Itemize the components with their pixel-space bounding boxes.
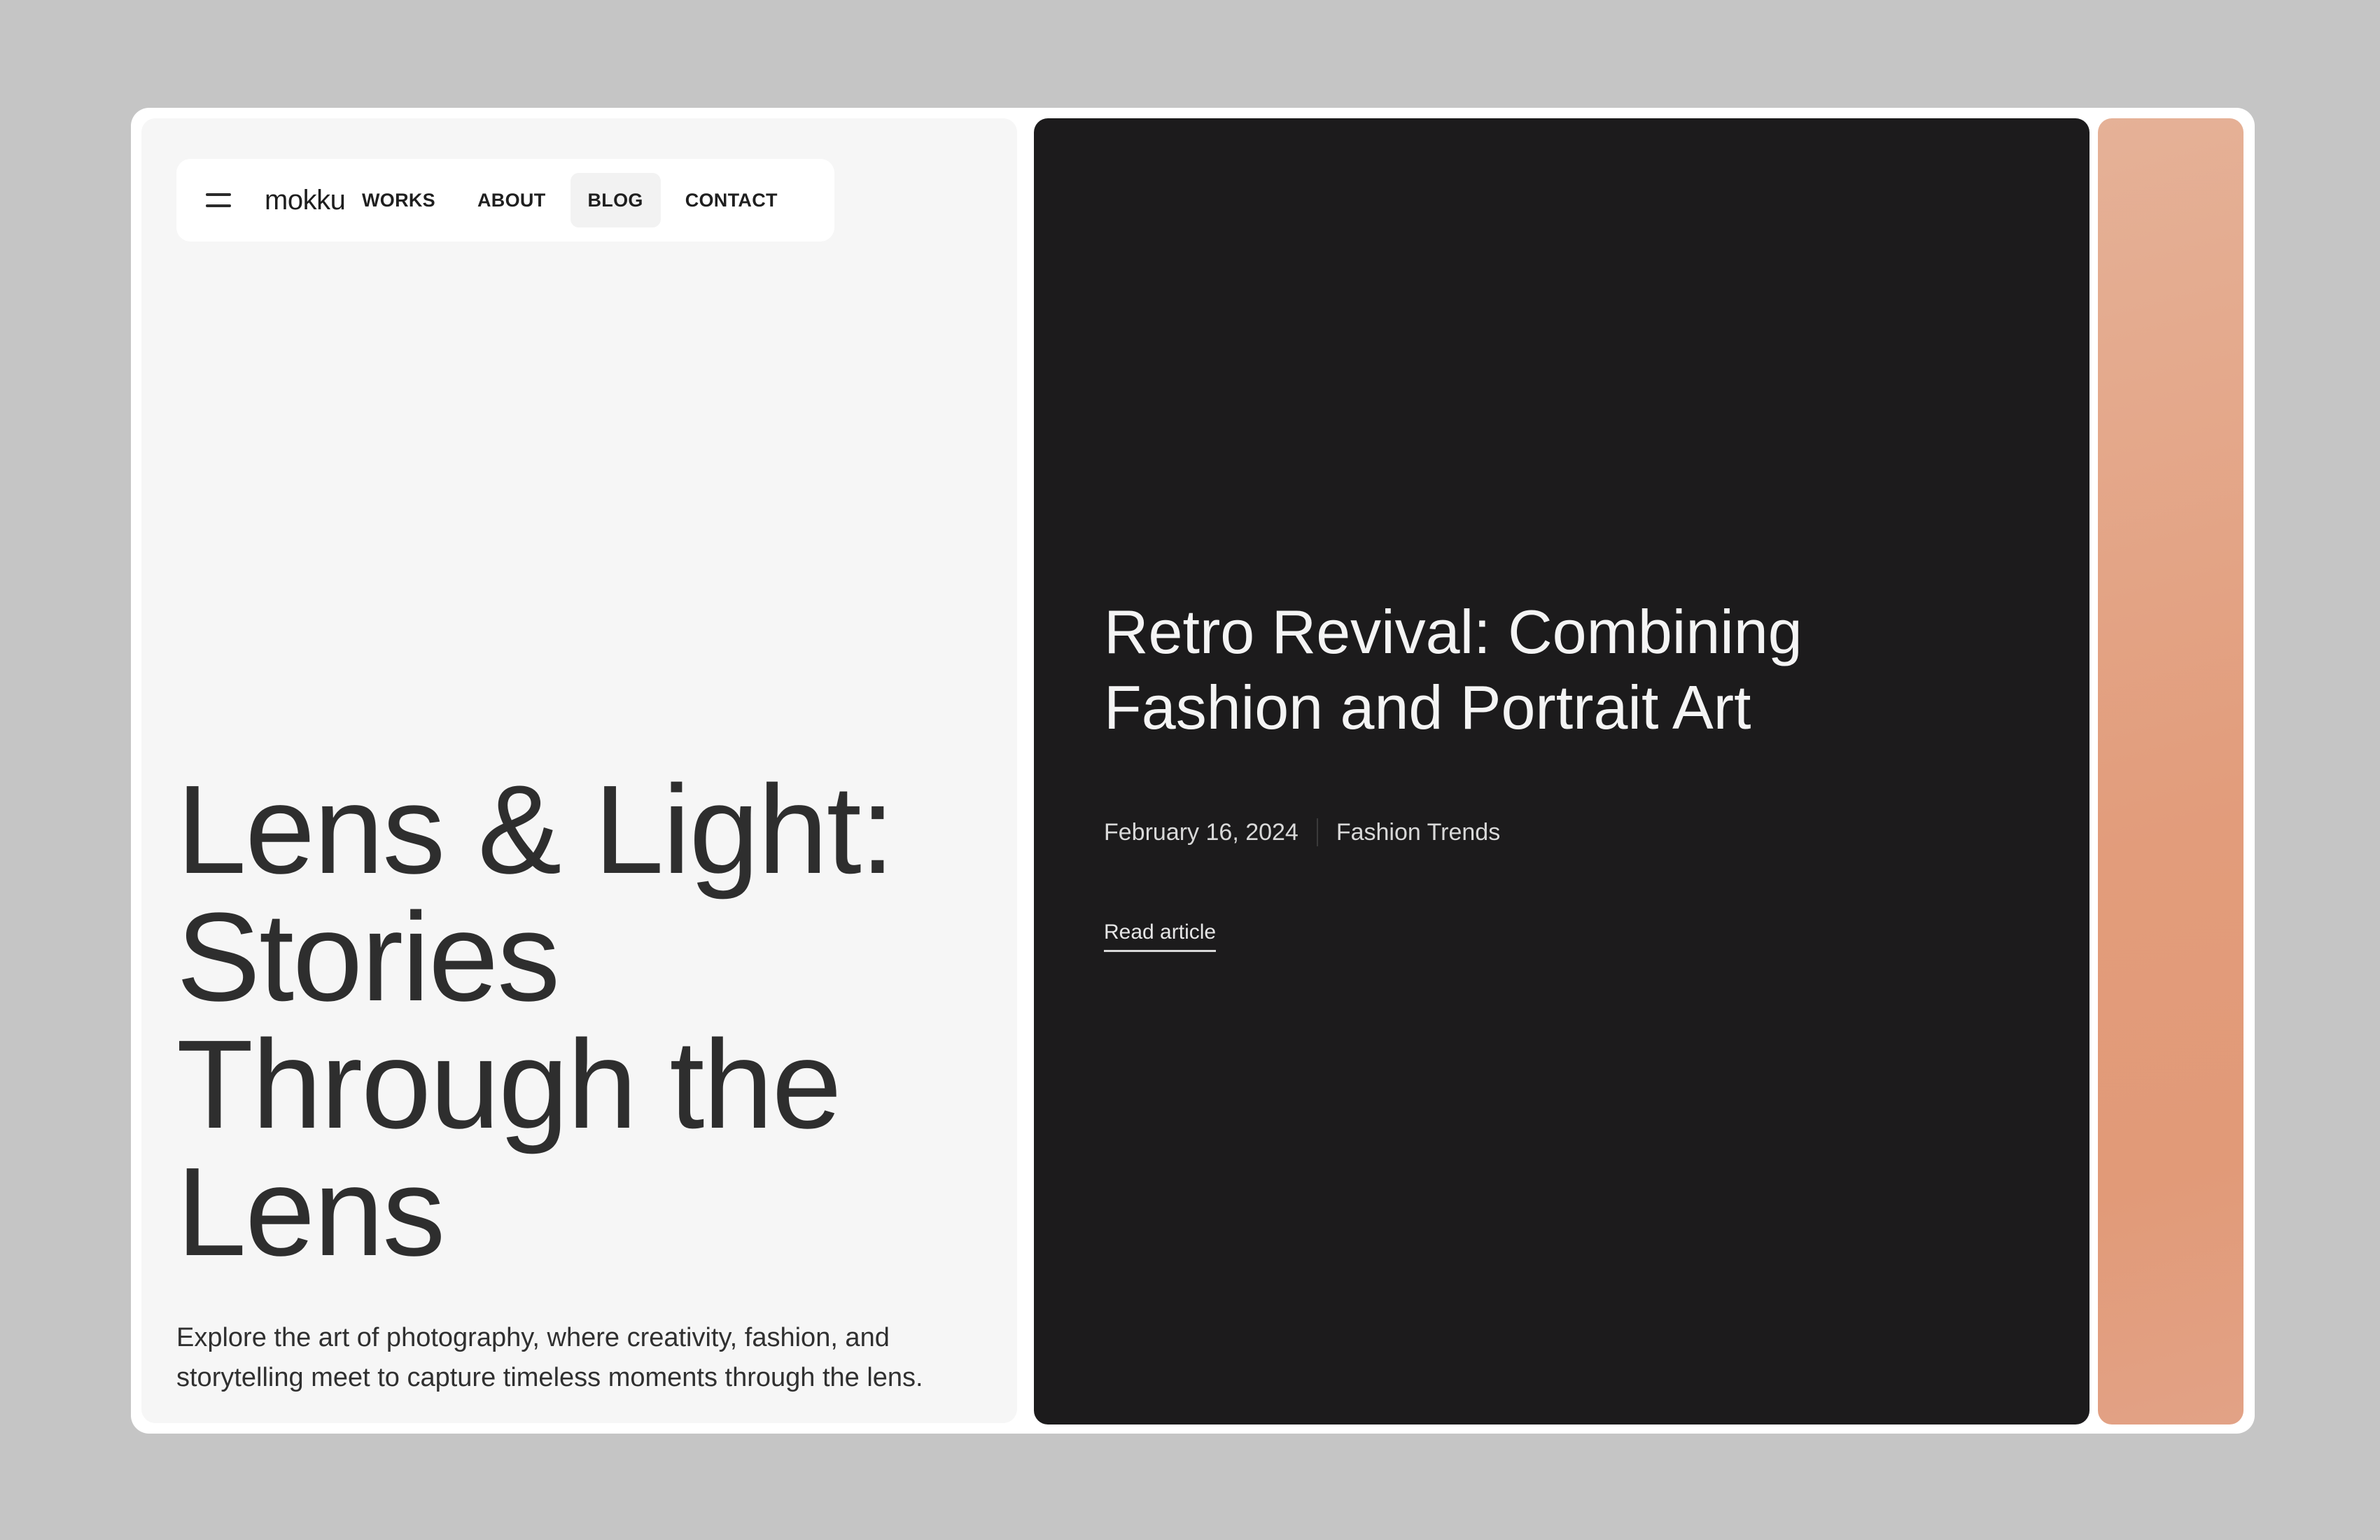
meta-divider [1316,818,1318,846]
article-category: Fashion Trends [1336,818,1501,846]
logo[interactable]: mokku [265,181,346,219]
hero-title-line: Lens [176,1142,445,1282]
navbar: mokku WORKS ABOUT BLOG CONTACT [176,159,834,241]
read-article-link[interactable]: Read article [1104,920,1217,952]
hero-title: Lens & Light: Stories Through the Lens [176,766,1016,1276]
nav-links: WORKS ABOUT BLOG CONTACT [344,173,802,227]
nav-link-about[interactable]: ABOUT [460,173,564,227]
article-date: February 16, 2024 [1104,818,1298,846]
article-meta: February 16, 2024 Fashion Trends [1104,818,1500,846]
hero-description-line: Explore the art of photography, where cr… [176,1323,890,1352]
hero-panel: mokku WORKS ABOUT BLOG CONTACT Lens & Li… [141,118,1017,1423]
featured-article-card[interactable]: Retro Revival: Combining Fashion and Por… [1034,118,2090,1424]
nav-link-works[interactable]: WORKS [344,173,453,227]
hero-title-line: Lens & Light: [176,760,895,900]
browser-window: mokku WORKS ABOUT BLOG CONTACT Lens & Li… [131,108,2255,1434]
hero-description: Explore the art of photography, where cr… [176,1318,1016,1398]
next-article-card[interactable] [2098,118,2244,1424]
article-title-line: Fashion and Portrait Art [1104,673,1751,742]
hero-title-line: Stories [176,887,560,1028]
nav-link-contact[interactable]: CONTACT [668,173,795,227]
article-title: Retro Revival: Combining Fashion and Por… [1104,594,1944,746]
nav-link-blog[interactable]: BLOG [570,173,661,227]
hero-description-line: storytelling meet to capture timeless mo… [176,1363,923,1392]
article-title-line: Retro Revival: Combining [1104,597,1802,666]
hero-title-line: Through the [176,1014,842,1155]
menu-icon[interactable] [206,190,231,210]
